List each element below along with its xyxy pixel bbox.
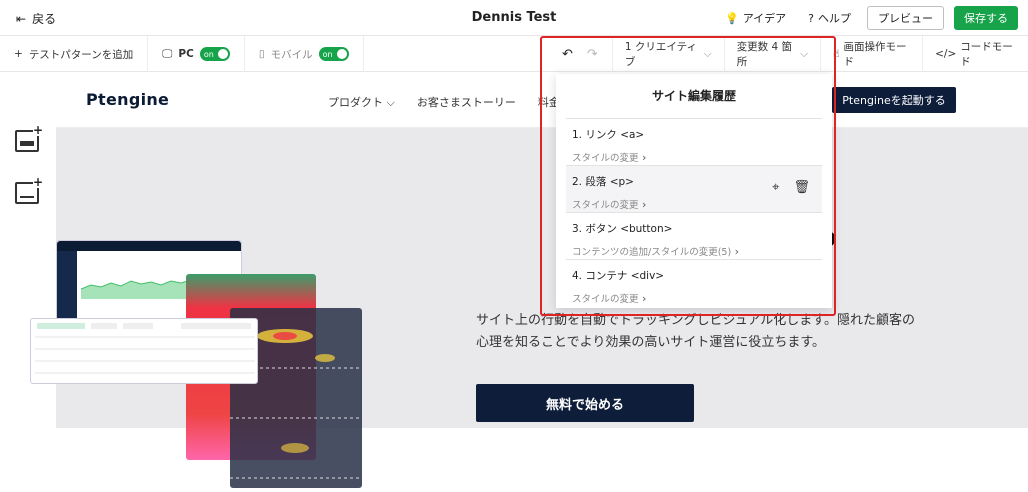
launch-button[interactable]: Ptengineを起動する bbox=[832, 87, 956, 113]
redo-icon[interactable]: ↷ bbox=[587, 47, 598, 62]
mobile-icon: ▯ bbox=[258, 48, 265, 60]
help-button[interactable]: ? ヘルプ bbox=[802, 10, 857, 26]
code-mode-button[interactable]: </> コードモード bbox=[922, 36, 1028, 72]
chevron-down-icon: ⌵ bbox=[703, 47, 712, 60]
nav-item-product[interactable]: プロダクト ⌵ bbox=[328, 94, 395, 110]
save-button[interactable]: 保存する bbox=[954, 6, 1018, 30]
history-item[interactable]: 3. ボタン <button> コンテンツの追加/スタイルの変更(5) bbox=[566, 212, 822, 259]
add-block-icon[interactable]: + bbox=[15, 176, 43, 204]
creative-dropdown[interactable]: 1 クリエイティブ ⌵ bbox=[611, 36, 724, 72]
site-logo: Ptengine bbox=[86, 90, 170, 109]
code-icon: </> bbox=[935, 48, 957, 60]
lightbulb-icon: 💡 bbox=[725, 11, 739, 25]
plus-icon: + bbox=[14, 48, 23, 60]
mobile-toggle[interactable]: on bbox=[318, 47, 349, 61]
add-pattern-button[interactable]: + テストパターンを追加 bbox=[0, 36, 149, 72]
chevron-down-icon: ⌵ bbox=[800, 47, 809, 60]
history-item[interactable]: 1. リンク <a> スタイルの変更 bbox=[566, 118, 822, 165]
preview-button[interactable]: プレビュー bbox=[867, 6, 944, 30]
add-section-icon[interactable]: + bbox=[15, 124, 43, 152]
table-lines-graphic bbox=[35, 323, 255, 374]
editor-toolbar: + テストパターンを追加 🖵 PC on ▯ モバイル on ↶ ↷ 1 クリエ… bbox=[0, 36, 1028, 72]
pc-device-tab[interactable]: 🖵 PC on bbox=[148, 36, 245, 72]
undo-icon[interactable]: ↶ bbox=[562, 47, 573, 62]
mobile-device-tab[interactable]: ▯ モバイル on bbox=[245, 36, 364, 72]
screen-mode-button[interactable]: ☝ 画面操作モード bbox=[820, 36, 922, 72]
pointer-icon: ☝ bbox=[833, 48, 840, 60]
hero-description: サイト上の行動を自動でトラッキングしビジュアル化します。隠れた顧客の心理を知るこ… bbox=[476, 313, 916, 350]
top-bar: ⇤ 戻る Dennis Test 💡 アイデア ? ヘルプ プレビュー 保存する bbox=[0, 0, 1028, 36]
question-icon: ? bbox=[808, 11, 814, 25]
pc-toggle[interactable]: on bbox=[199, 47, 230, 61]
history-title: サイト編集履歴 bbox=[651, 89, 736, 103]
locate-icon[interactable]: ⌖ bbox=[772, 180, 779, 195]
history-item[interactable]: 4. コンテナ <div> スタイルの変更 bbox=[566, 259, 822, 306]
monitor-icon: 🖵 bbox=[162, 47, 173, 60]
site-preview: + + Ptengine プロダクト ⌵ お客さまストーリー 料金 Ptengi… bbox=[0, 72, 1028, 488]
site-nav: Ptengine プロダクト ⌵ お客さまストーリー 料金 Ptengineを起… bbox=[56, 72, 1028, 128]
idea-button[interactable]: 💡 アイデア bbox=[719, 10, 792, 26]
edit-history-panel: サイト編集履歴 1. リンク <a> スタイルの変更 2. 段落 <p> スタイ… bbox=[556, 74, 832, 308]
changes-dropdown[interactable]: 変更数 4 箇所 ⌵ bbox=[723, 36, 820, 72]
nav-item-stories[interactable]: お客さまストーリー bbox=[417, 94, 516, 110]
start-free-button[interactable]: 無料で始める bbox=[476, 384, 694, 422]
table-illustration bbox=[30, 318, 258, 384]
history-item[interactable]: 2. 段落 <p> スタイルの変更 ⌖ 🗑 bbox=[566, 165, 822, 212]
trash-icon[interactable]: 🗑 bbox=[793, 180, 810, 195]
